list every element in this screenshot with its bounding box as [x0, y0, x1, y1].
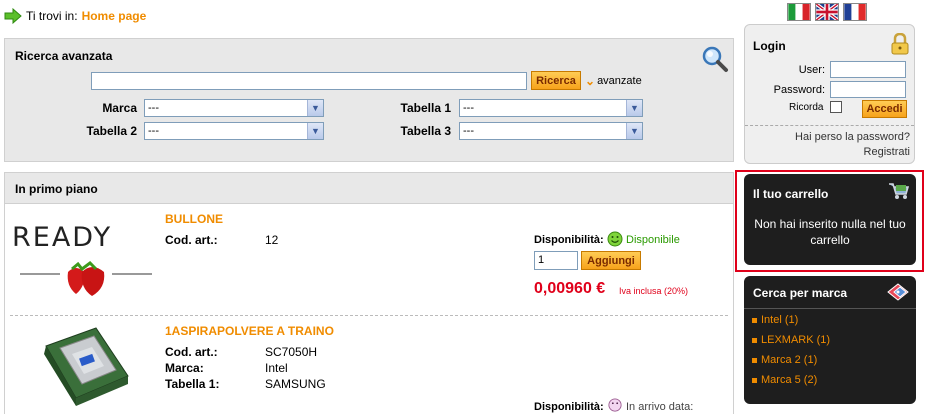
smiley-incoming-icon	[608, 398, 622, 412]
vat-note: Iva inclusa (20%)	[619, 286, 689, 296]
breadcrumb: Ti trovi in: Home page	[4, 7, 146, 25]
cart-box: Il tuo carrello Non hai inserito nulla n…	[744, 174, 916, 265]
language-selector	[787, 3, 867, 21]
ready-logo: READY	[12, 222, 113, 253]
product-field-value: Intel	[265, 361, 288, 375]
bullet-icon	[752, 317, 757, 323]
quantity-input[interactable]: 1	[534, 251, 578, 270]
availability-status: Disponibile	[626, 234, 680, 246]
filter-select-tabella-3[interactable]: --- ▼	[459, 122, 643, 140]
availability-label: Disponibilità:	[534, 234, 604, 246]
advanced-search-label: avanzate	[597, 75, 642, 87]
breadcrumb-home-link[interactable]: Home page	[82, 9, 147, 23]
filter-value-marca: ---	[148, 102, 159, 114]
search-icon[interactable]	[701, 45, 729, 73]
filter-label-tabella-1: Tabella 1	[400, 101, 451, 115]
advanced-search-panel: Ricerca avanzata Ricerca ⌄ avanzate Marc…	[4, 38, 734, 162]
brand-search-box: Cerca per marca Intel (1) LEXMARK (1) Ma…	[744, 276, 916, 404]
login-box: Login User: Password: Ricorda Accedi Hai…	[744, 24, 915, 164]
login-button[interactable]: Accedi	[862, 100, 907, 118]
product-field-label: Cod. art.:	[165, 345, 218, 359]
chevron-down-icon: ▼	[307, 123, 323, 139]
brand-item-lexmark[interactable]: LEXMARK (1)	[752, 334, 830, 346]
brand-search-title: Cerca per marca	[753, 286, 848, 300]
filter-label-marca: Marca	[102, 101, 137, 115]
chevron-down-icon: ▼	[307, 100, 323, 116]
search-button[interactable]: Ricerca	[531, 71, 581, 90]
advanced-search-link[interactable]: ⌄ avanzate	[585, 74, 642, 88]
brand-item-label: LEXMARK (1)	[761, 334, 831, 346]
featured-header: In primo piano	[4, 172, 734, 204]
cart-icon	[889, 183, 910, 199]
chevron-down-icon: ⌄	[585, 74, 596, 88]
lock-icon	[891, 33, 909, 55]
bullet-icon	[752, 357, 757, 363]
search-input[interactable]	[91, 72, 527, 90]
password-input[interactable]	[830, 81, 906, 98]
login-divider	[745, 125, 914, 126]
product-field-value: SAMSUNG	[265, 377, 326, 391]
filter-label-tabella-2: Tabella 2	[86, 124, 137, 138]
brand-item-marca-5[interactable]: Marca 5 (2)	[752, 374, 817, 386]
password-label: Password:	[773, 84, 825, 96]
arrow-right-icon	[4, 8, 22, 24]
cpu-product-image[interactable]	[36, 326, 132, 412]
forgot-password-link[interactable]: Hai perso la password?	[745, 131, 910, 143]
french-flag-icon[interactable]	[843, 3, 867, 21]
product-name-aspirapolvere[interactable]: 1ASPIRAPOLVERE A TRAINO	[165, 324, 334, 338]
product-field-label: Cod. art.:	[165, 233, 218, 247]
filter-value-tabella-3: ---	[463, 125, 474, 137]
featured-title: In primo piano	[15, 182, 98, 196]
login-title: Login	[753, 39, 786, 53]
brand-item-label: Marca 2 (1)	[761, 354, 818, 366]
strawberry-icon	[20, 261, 152, 296]
brand-item-label: Marca 5 (2)	[761, 374, 818, 386]
search-panel-title: Ricerca avanzata	[15, 49, 113, 63]
chevron-down-icon: ▼	[626, 123, 642, 139]
add-to-cart-button[interactable]: Aggiungi	[581, 251, 641, 270]
remember-checkbox[interactable]	[830, 101, 842, 113]
filter-select-tabella-1[interactable]: --- ▼	[459, 99, 643, 117]
user-input[interactable]	[830, 61, 906, 78]
product-divider	[10, 315, 728, 316]
cart-empty-message: Non hai inserito nulla nel tuo carrello	[754, 217, 906, 247]
brand-item-intel[interactable]: Intel (1)	[752, 314, 798, 326]
user-label: User:	[798, 64, 825, 76]
bullet-icon	[752, 377, 757, 383]
filter-select-marca[interactable]: --- ▼	[144, 99, 324, 117]
product-field-label: Tabella 1:	[165, 377, 220, 391]
brand-item-label: Intel (1)	[761, 314, 799, 326]
breadcrumb-prefix: Ti trovi in:	[26, 9, 78, 23]
product-price: 0,00960 €	[534, 280, 606, 297]
bullet-icon	[752, 337, 757, 343]
availability-status: In arrivo data:	[626, 401, 694, 413]
smiley-available-icon	[607, 231, 623, 247]
brand-tag-icon	[887, 283, 909, 301]
availability-label: Disponibilità:	[534, 401, 604, 413]
product-name-bullone[interactable]: BULLONE	[165, 212, 223, 226]
filter-value-tabella-1: ---	[463, 102, 474, 114]
product-image-ready[interactable]: READY	[12, 222, 156, 302]
filter-label-tabella-3: Tabella 3	[400, 124, 451, 138]
filter-value-tabella-2: ---	[148, 125, 159, 137]
register-link[interactable]: Registrati	[745, 146, 910, 158]
chevron-down-icon: ▼	[626, 100, 642, 116]
brand-divider	[744, 308, 916, 309]
product-field-value: SC7050H	[265, 345, 318, 359]
product-field-value: 12	[265, 233, 279, 247]
filter-select-tabella-2[interactable]: --- ▼	[144, 122, 324, 140]
cart-title: Il tuo carrello	[753, 187, 829, 201]
remember-label: Ricorda	[789, 102, 824, 113]
italian-flag-icon[interactable]	[787, 3, 811, 21]
english-flag-icon[interactable]	[815, 3, 839, 21]
product-field-label: Marca:	[165, 361, 204, 375]
brand-item-marca-2[interactable]: Marca 2 (1)	[752, 354, 817, 366]
